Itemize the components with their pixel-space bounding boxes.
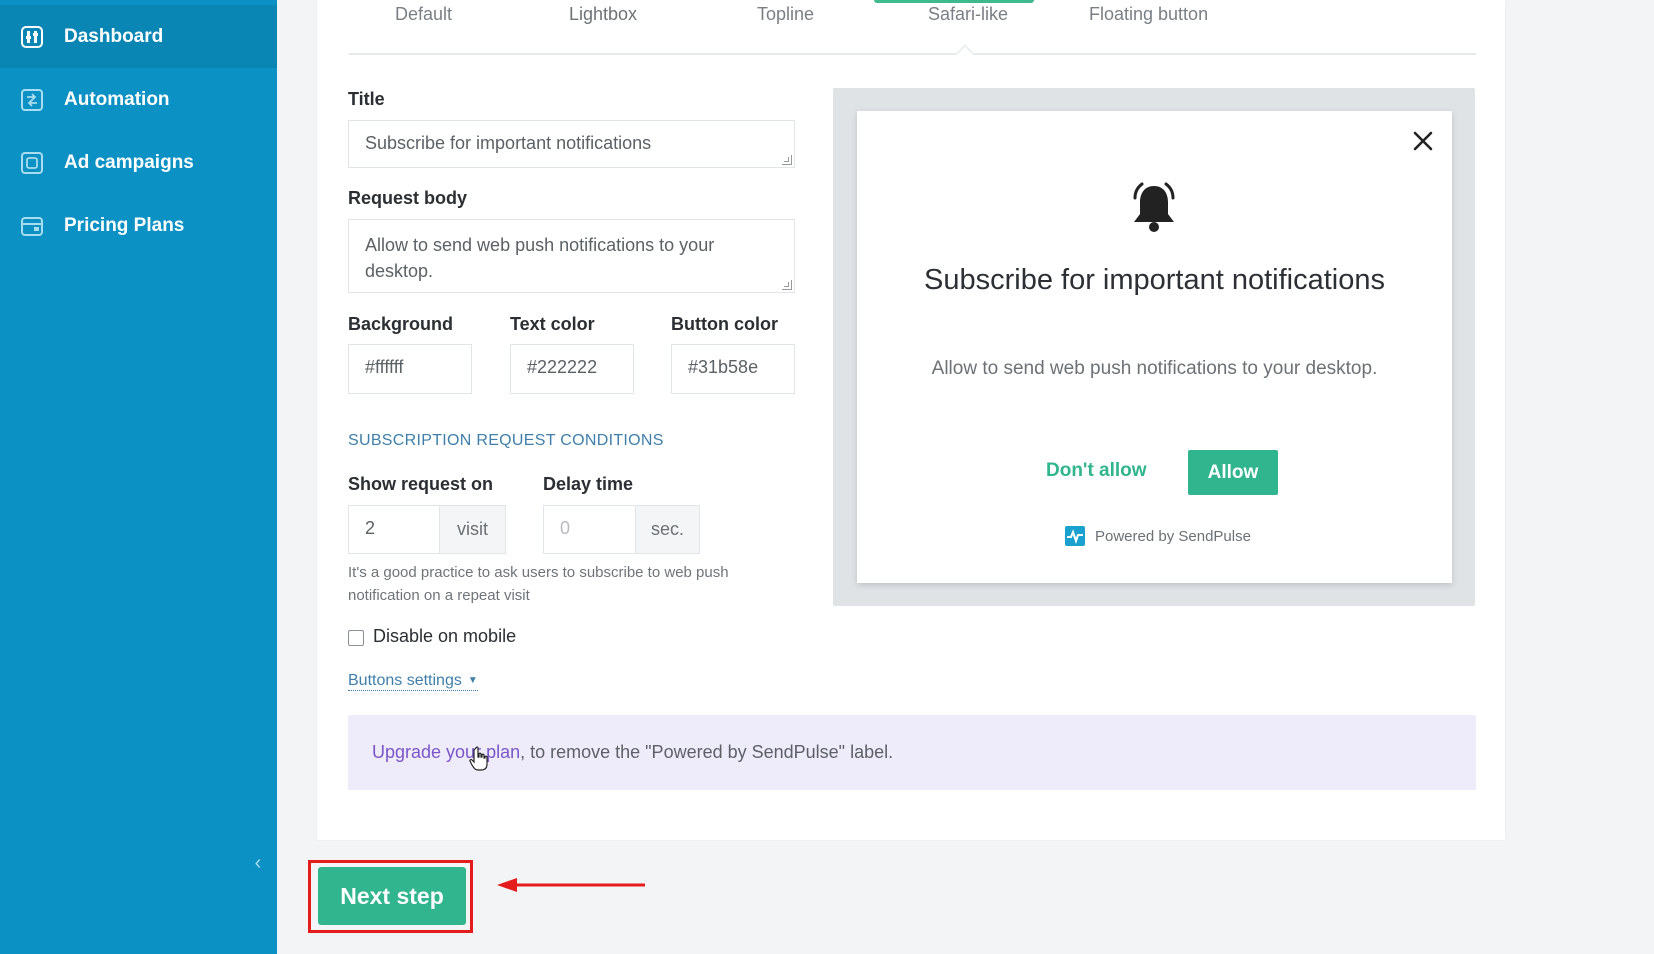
- sidebar: Dashboard Automation Ad campaigns Pricin…: [0, 0, 277, 954]
- sidebar-item-label: Dashboard: [64, 25, 164, 47]
- hand-cursor-icon: [469, 746, 488, 771]
- collapse-sidebar-button[interactable]: ‹: [248, 851, 268, 875]
- delay-time-input[interactable]: 0: [543, 505, 636, 554]
- delay-time-placeholder: 0: [560, 518, 571, 538]
- text-color-value: #222222: [527, 357, 598, 377]
- repeat-visit-hint: It's a good practice to ask users to sub…: [348, 564, 729, 604]
- caret-down-icon: ▼: [467, 675, 478, 687]
- visit-unit-addon: visit: [440, 505, 506, 554]
- text-color-input[interactable]: #222222: [510, 344, 634, 394]
- tab-bar: [349, 0, 1476, 64]
- request-body-textarea[interactable]: Allow to send web push notifications to …: [348, 219, 795, 293]
- dashboard-icon: [20, 25, 44, 49]
- delay-time-label: Delay time: [543, 474, 634, 494]
- sidebar-item-automation[interactable]: Automation: [0, 68, 277, 131]
- sidebar-item-ad-campaigns[interactable]: Ad campaigns: [0, 131, 277, 194]
- upgrade-plan-link[interactable]: Upgrade your plan: [372, 742, 520, 763]
- title-input[interactable]: Subscribe for important notifications: [348, 120, 795, 168]
- buttons-settings-label: Buttons settings: [348, 672, 462, 689]
- text-color-label: Text color: [510, 314, 595, 334]
- preview-allow-button[interactable]: Allow: [1188, 450, 1278, 495]
- button-color-input[interactable]: #31b58e: [671, 344, 795, 394]
- resize-handle-icon[interactable]: [782, 280, 792, 290]
- ad-campaigns-icon: [20, 151, 44, 175]
- sidebar-item-dashboard[interactable]: Dashboard: [0, 5, 277, 68]
- background-color-input[interactable]: #ffffff: [348, 344, 472, 394]
- preview-title: Subscribe for important notifications: [924, 264, 1385, 296]
- show-request-on-input[interactable]: 2: [348, 505, 440, 554]
- pricing-plans-icon: [20, 214, 44, 238]
- tab-topline[interactable]: Topline: [757, 4, 814, 25]
- title-input-value: Subscribe for important notifications: [365, 133, 652, 153]
- tab-lightbox[interactable]: Lightbox: [569, 4, 637, 25]
- preview-dont-allow-button[interactable]: Don't allow: [1046, 460, 1147, 482]
- background-label: Background: [348, 314, 454, 334]
- background-color-value: #ffffff: [365, 357, 404, 377]
- show-request-on-value: 2: [365, 518, 376, 538]
- disable-mobile-label[interactable]: Disable on mobile: [373, 626, 516, 647]
- buttons-settings-link[interactable]: Buttons settings ▼: [348, 672, 478, 691]
- sidebar-item-pricing-plans[interactable]: Pricing Plans: [0, 194, 277, 257]
- sidebar-item-label: Automation: [64, 88, 170, 110]
- tab-floating-button[interactable]: Floating button: [1089, 4, 1208, 25]
- red-arrow-icon: [497, 878, 645, 892]
- sendpulse-logo-icon: [1065, 526, 1085, 546]
- tab-default[interactable]: Default: [395, 4, 452, 25]
- request-body-value: Allow to send web push notifications to …: [365, 235, 715, 281]
- disable-mobile-checkbox[interactable]: [348, 630, 364, 646]
- request-body-label: Request body: [348, 188, 468, 208]
- upgrade-notice-text: , to remove the "Powered by SendPulse" l…: [520, 742, 894, 762]
- button-color-value: #31b58e: [688, 357, 759, 377]
- upgrade-notice: Upgrade your plan, to remove the "Powere…: [348, 715, 1476, 790]
- resize-handle-icon[interactable]: [782, 155, 792, 165]
- tab-safari-like[interactable]: Safari-like: [928, 4, 1008, 25]
- preview-body: Allow to send web push notifications to …: [931, 358, 1378, 379]
- automation-icon: [20, 88, 44, 112]
- title-label: Title: [348, 89, 385, 109]
- sidebar-item-label: Ad campaigns: [64, 151, 194, 173]
- powered-by-text: Powered by SendPulse: [1095, 527, 1251, 545]
- subscription-conditions-heading: SUBSCRIPTION REQUEST CONDITIONS: [348, 432, 664, 449]
- button-color-label: Button color: [671, 314, 778, 334]
- close-icon[interactable]: [1410, 128, 1436, 154]
- active-tab-indicator: [874, 0, 1034, 3]
- bell-icon: [1133, 182, 1175, 232]
- show-request-on-label: Show request on: [348, 474, 494, 494]
- next-step-button[interactable]: Next step: [318, 867, 466, 925]
- sidebar-item-label: Pricing Plans: [64, 214, 185, 236]
- powered-by-sendpulse: Powered by SendPulse: [1065, 526, 1251, 546]
- seconds-unit-addon: sec.: [636, 505, 700, 554]
